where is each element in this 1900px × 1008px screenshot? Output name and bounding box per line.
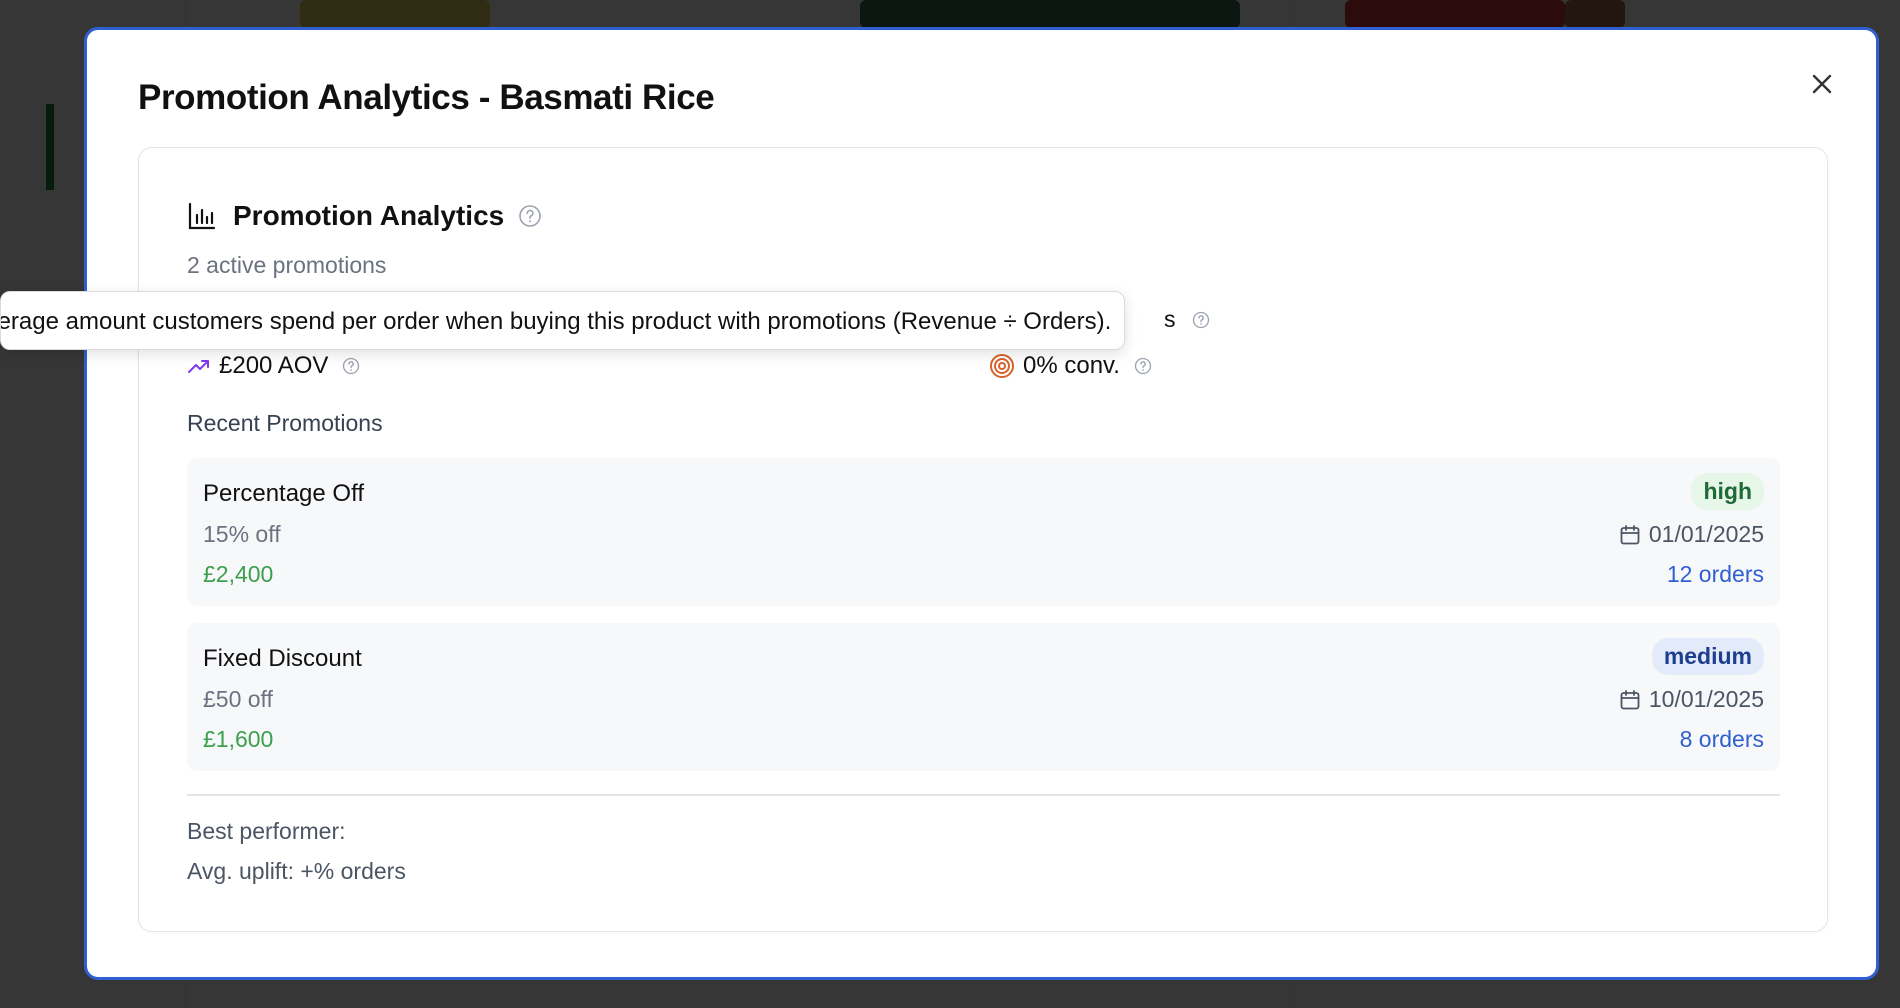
promotion-list: Percentage Off 15% off £2,400 high 01/01… [187, 458, 1780, 788]
close-icon [1812, 74, 1832, 94]
active-promotions-count: 2 active promotions [187, 252, 387, 278]
summary-divider [187, 794, 1780, 796]
performance-badge: high [1691, 473, 1764, 510]
calendar-icon [1619, 524, 1641, 546]
conversion-value: 0% conv. [1023, 352, 1120, 379]
recent-promotions-heading: Recent Promotions [187, 410, 383, 436]
help-circle-icon[interactable] [1134, 357, 1152, 375]
trending-up-icon [187, 354, 211, 378]
card-title: Promotion Analytics [233, 200, 505, 231]
help-circle-icon[interactable] [518, 204, 542, 228]
close-button[interactable] [1804, 66, 1840, 102]
promotion-date: 10/01/2025 [1619, 686, 1764, 713]
promotion-date-text: 10/01/2025 [1648, 686, 1764, 712]
promotion-name: Fixed Discount [203, 645, 362, 672]
promotion-analytics-modal: Promotion Analytics - Basmati Rice Promo… [84, 27, 1879, 980]
promotion-orders-link[interactable]: 12 orders [1667, 561, 1764, 588]
promotion-date: 01/01/2025 [1619, 521, 1764, 548]
card-header: Promotion Analytics [187, 200, 542, 232]
help-circle-icon[interactable] [1192, 311, 1210, 329]
conversion-metric: 0% conv. [989, 352, 1152, 380]
promotion-description: 15% off [203, 521, 281, 547]
best-performer: Best performer: [187, 818, 346, 844]
promotion-orders-link[interactable]: 8 orders [1680, 726, 1764, 753]
promotion-item[interactable]: Fixed Discount £50 off £1,600 medium 10/… [187, 623, 1780, 771]
calendar-icon [1619, 689, 1641, 711]
analytics-card: Promotion Analytics 2 active promotions … [138, 147, 1828, 932]
bar-chart-icon [188, 202, 216, 230]
help-circle-icon[interactable] [342, 357, 360, 375]
modal-title: Promotion Analytics - Basmati Rice [138, 78, 715, 117]
aov-metric: £200 AOV [187, 352, 360, 380]
aov-tooltip: Average amount customers spend per order… [0, 291, 1125, 350]
target-icon [989, 353, 1015, 379]
hidden-metric-label: s [1164, 306, 1210, 333]
promotion-name: Percentage Off [203, 480, 364, 507]
promotion-revenue: £2,400 [203, 561, 274, 587]
promotion-revenue: £1,600 [203, 726, 274, 752]
promotion-date-text: 01/01/2025 [1648, 521, 1764, 547]
avg-uplift: Avg. uplift: +% orders [187, 858, 406, 884]
aov-value: £200 AOV [219, 352, 329, 379]
hidden-metric-text: s [1164, 306, 1176, 332]
performance-badge: medium [1651, 638, 1764, 675]
promotion-description: £50 off [203, 686, 273, 712]
promotion-item[interactable]: Percentage Off 15% off £2,400 high 01/01… [187, 458, 1780, 606]
